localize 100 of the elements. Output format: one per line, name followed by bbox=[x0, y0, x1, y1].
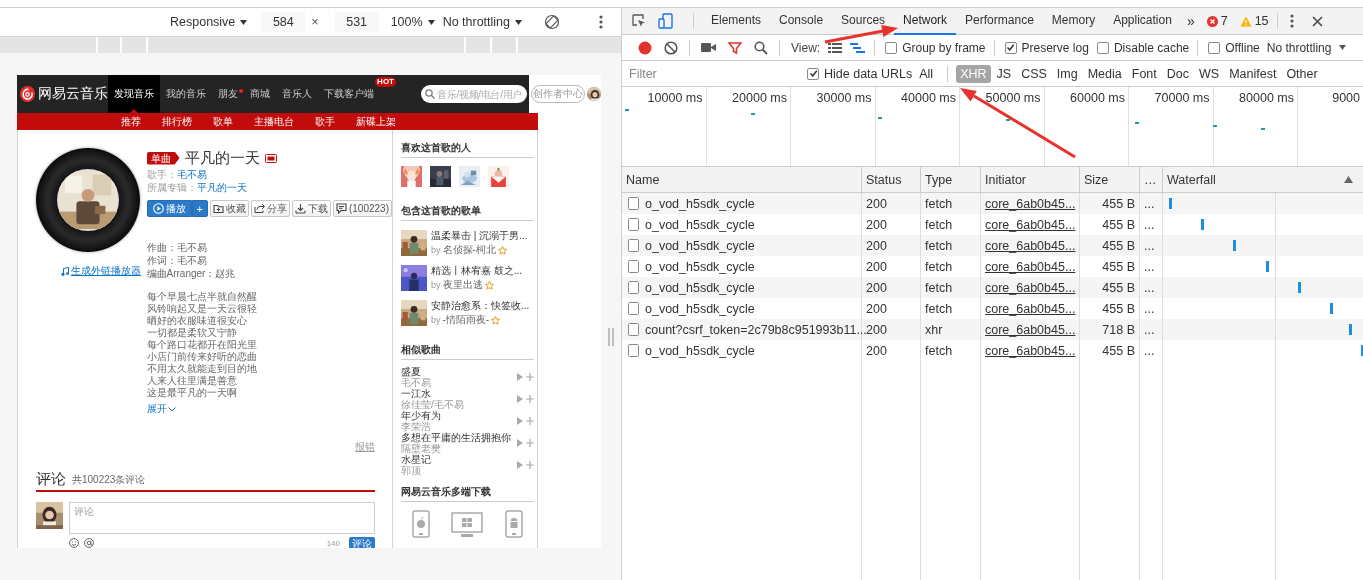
resource-type-filter[interactable]: WS bbox=[1195, 64, 1224, 83]
subnav-link[interactable]: 主播电台 bbox=[254, 115, 294, 128]
height-field[interactable]: 531 bbox=[334, 12, 379, 32]
record-button[interactable] bbox=[638, 40, 652, 55]
resource-type-filter[interactable]: Font bbox=[1127, 64, 1161, 83]
playlist-title[interactable]: 精选丨林宥嘉 鼓之... bbox=[431, 265, 523, 277]
error-count[interactable]: 7 bbox=[1206, 14, 1228, 28]
throttling-select[interactable]: No throttling bbox=[1266, 40, 1332, 55]
column-header[interactable]: Status bbox=[862, 167, 921, 192]
resource-type-filter[interactable]: Img bbox=[1052, 64, 1082, 83]
clear-icon[interactable] bbox=[664, 40, 678, 55]
external-player-text[interactable]: 生成外链播放器 bbox=[71, 264, 141, 278]
rotate-icon[interactable] bbox=[544, 14, 561, 30]
playlist-creator[interactable]: 名侦探-柯北 bbox=[442, 244, 496, 256]
playlist-title[interactable]: 安静治愈系：快签收... bbox=[431, 300, 530, 312]
playlist-creator[interactable]: 夜里出逃 bbox=[442, 279, 483, 291]
singer-link[interactable]: 毛不易 bbox=[176, 169, 207, 180]
resize-handle[interactable] bbox=[608, 328, 614, 346]
panel-tab[interactable]: Memory bbox=[1042, 8, 1105, 35]
download-button[interactable]: 下载 bbox=[291, 200, 331, 217]
play-icon[interactable] bbox=[517, 439, 523, 447]
resource-type-filter[interactable]: Doc bbox=[1162, 64, 1193, 83]
initiator-link[interactable]: core_6ab0b45... bbox=[981, 235, 1080, 256]
playlist-creator[interactable]: -情陌雨夜- bbox=[442, 314, 490, 326]
album-link[interactable]: 平凡的一天 bbox=[196, 182, 247, 193]
search-icon[interactable] bbox=[754, 40, 768, 55]
resource-type-filter[interactable]: CSS bbox=[1017, 64, 1051, 83]
monitor-windows-icon[interactable] bbox=[451, 512, 484, 538]
checkbox[interactable] bbox=[807, 67, 819, 80]
warning-count[interactable]: 15 bbox=[1239, 14, 1269, 28]
nav-item[interactable]: 商城 bbox=[244, 75, 276, 113]
panel-tab[interactable]: Sources bbox=[832, 8, 895, 35]
nav-item[interactable]: 发现音乐 bbox=[108, 75, 160, 113]
width-field[interactable]: 584 bbox=[261, 12, 306, 32]
subnav-link[interactable]: 歌单 bbox=[213, 115, 233, 128]
initiator-link[interactable]: core_6ab0b45... bbox=[981, 340, 1080, 361]
request-row[interactable]: o_vod_h5sdk_cycle 200 fetch core_6ab0b45... 455 B ... bbox=[622, 193, 1363, 214]
panel-tab[interactable]: Console bbox=[770, 8, 833, 35]
comment-button[interactable]: (100223) bbox=[332, 200, 392, 217]
resource-type-filter[interactable]: All bbox=[915, 64, 938, 83]
nav-item[interactable]: 我的音乐 bbox=[160, 75, 212, 113]
phone-apple-icon[interactable] bbox=[411, 510, 430, 538]
collect-button[interactable]: 收藏 bbox=[209, 200, 249, 217]
phone-android-icon[interactable] bbox=[505, 510, 524, 538]
play-icon[interactable] bbox=[517, 395, 523, 403]
more-options-icon[interactable] bbox=[1289, 14, 1294, 28]
logo-icon[interactable] bbox=[20, 86, 35, 102]
column-header[interactable]: … bbox=[1140, 167, 1163, 192]
emoji-icon[interactable] bbox=[69, 538, 79, 548]
song-title-link[interactable]: 年少有为 bbox=[401, 410, 441, 421]
mv-icon[interactable] bbox=[264, 153, 277, 163]
initiator-link[interactable]: core_6ab0b45... bbox=[981, 277, 1080, 298]
checkbox[interactable] bbox=[885, 41, 898, 54]
play-button[interactable]: 播放 bbox=[146, 200, 192, 217]
subnav-link[interactable]: 排行榜 bbox=[162, 115, 192, 128]
column-header[interactable]: Size bbox=[1080, 167, 1140, 192]
request-row[interactable]: count?csrf_token=2c79b8c951993b11...200 xhr core_6ab0b45... 718 B ... bbox=[622, 319, 1363, 340]
song-title-link[interactable]: 盛夏 bbox=[401, 366, 421, 377]
throttling-select[interactable]: No throttling bbox=[438, 13, 527, 31]
zoom-select[interactable]: 100% bbox=[386, 13, 439, 31]
comment-submit-button[interactable]: 评论 bbox=[349, 537, 375, 548]
play-icon[interactable] bbox=[517, 417, 523, 425]
resource-type-filter[interactable]: Manifest bbox=[1225, 64, 1281, 83]
device-toolbar-icon[interactable] bbox=[658, 13, 674, 29]
add-to-playlist-button[interactable]: + bbox=[191, 200, 208, 217]
initiator-link[interactable]: core_6ab0b45... bbox=[981, 319, 1080, 340]
playlist-title[interactable]: 温柔暴击 | 沉溺于男... bbox=[431, 230, 528, 242]
resource-type-filter[interactable]: Media bbox=[1083, 64, 1126, 83]
column-header[interactable]: Name bbox=[622, 167, 862, 192]
more-options-icon[interactable] bbox=[599, 15, 603, 29]
column-header[interactable]: Waterfall bbox=[1163, 167, 1363, 192]
checkbox[interactable] bbox=[1096, 41, 1109, 54]
play-icon[interactable] bbox=[517, 373, 523, 381]
song-title-link[interactable]: 多想在平庸的生活拥抱你 bbox=[401, 432, 511, 443]
search-field[interactable]: 音乐/视频/电台/用户 bbox=[421, 85, 527, 103]
user-avatar[interactable] bbox=[587, 87, 601, 101]
mention-icon[interactable] bbox=[84, 538, 94, 548]
nav-item[interactable]: 下载客户端 HOT bbox=[318, 75, 396, 113]
nav-item[interactable]: 朋友 bbox=[212, 75, 244, 113]
resource-type-filter[interactable]: Other bbox=[1282, 64, 1322, 83]
site-logo[interactable]: 网易云音乐 bbox=[38, 85, 108, 103]
song-title-link[interactable]: 水星记 bbox=[401, 454, 431, 465]
request-row[interactable]: o_vod_h5sdk_cycle 200 fetch core_6ab0b45... 455 B ... bbox=[622, 340, 1363, 361]
checkbox[interactable] bbox=[1208, 41, 1221, 54]
filter-icon[interactable] bbox=[728, 40, 742, 55]
request-row[interactable]: o_vod_h5sdk_cycle 200 fetch core_6ab0b45... 455 B ... bbox=[622, 235, 1363, 256]
song-title-link[interactable]: 一江水 bbox=[401, 388, 431, 399]
device-select[interactable]: Responsive bbox=[166, 13, 252, 31]
column-header[interactable]: Initiator bbox=[981, 167, 1080, 192]
panel-tab[interactable]: Elements bbox=[702, 8, 771, 35]
subnav-link[interactable]: 新碟上架 bbox=[356, 115, 396, 128]
external-player-link[interactable]: 生成外链播放器 bbox=[61, 264, 147, 278]
checkbox[interactable] bbox=[1004, 41, 1017, 54]
nav-item[interactable]: 音乐人 bbox=[276, 75, 318, 113]
column-header[interactable]: Type bbox=[921, 167, 981, 192]
panel-tab[interactable]: Performance bbox=[956, 8, 1043, 35]
subnav-link[interactable]: 歌手 bbox=[315, 115, 335, 128]
close-icon[interactable] bbox=[1311, 15, 1323, 27]
panel-tab[interactable]: Network bbox=[894, 8, 957, 35]
list-view-icon[interactable] bbox=[828, 41, 843, 54]
